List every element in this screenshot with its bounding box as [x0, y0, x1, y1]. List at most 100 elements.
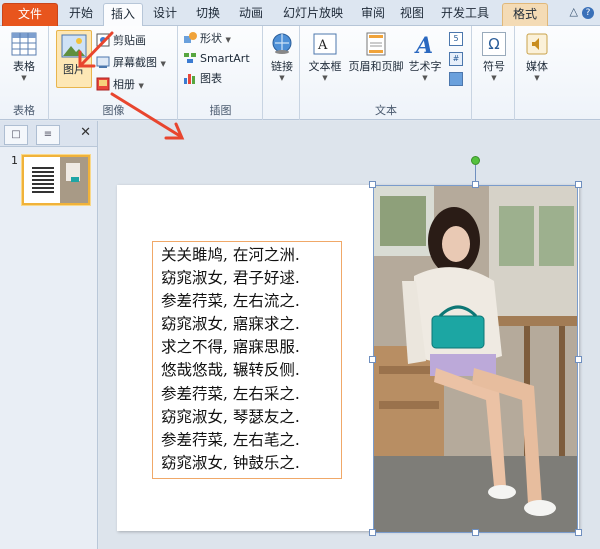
header-footer-button[interactable]: 页眉和页脚: [347, 32, 405, 74]
window-controls: △?: [570, 5, 594, 19]
screenshot-button[interactable]: 屏幕截图 ▼: [96, 54, 166, 72]
album-label: 相册: [113, 78, 135, 91]
resize-handle-tr[interactable]: [575, 181, 582, 188]
group-images: 图片 剪贴画 屏幕截图 ▼ 相册 ▼ 图像: [50, 26, 178, 120]
link-globe-icon: [271, 32, 293, 56]
thumbnail-preview: [32, 157, 88, 203]
slides-view-icon: □: [11, 129, 21, 140]
table-label: 表格: [13, 60, 35, 73]
slides-tab[interactable]: □: [4, 125, 28, 145]
tab-slideshow[interactable]: 幻灯片放映: [275, 3, 351, 26]
slide-thumbnail[interactable]: [22, 155, 90, 205]
chevron-down-icon: ▼: [138, 82, 144, 90]
resize-handle-bottom[interactable]: [472, 529, 479, 536]
album-button[interactable]: 相册 ▼: [96, 76, 144, 94]
wordart-button[interactable]: A 艺术字 ▼: [405, 32, 445, 82]
textbox-button[interactable]: A 文本框 ▼: [303, 32, 347, 82]
outline-tab[interactable]: ≡: [36, 125, 60, 145]
object-icon[interactable]: [449, 72, 463, 86]
tab-design[interactable]: 设计: [146, 3, 184, 26]
textbox-icon: A: [313, 32, 337, 56]
inserted-photo[interactable]: [373, 185, 578, 533]
group-illustrations: 形状 ▼ SmartArt 图表 插图: [179, 26, 263, 120]
link-label: 链接: [271, 60, 293, 73]
slide-number-icon[interactable]: #: [449, 52, 463, 66]
chart-label: 图表: [200, 72, 222, 85]
resize-handle-bl[interactable]: [369, 529, 376, 536]
poem-line: 窈窕淑女, 寤寐求之.: [161, 315, 300, 334]
poem-line: 关关雎鸠, 在河之洲.: [161, 246, 300, 264]
resize-handle-tl[interactable]: [369, 181, 376, 188]
table-button[interactable]: 表格 ▼: [4, 32, 44, 82]
tab-format[interactable]: 格式: [502, 3, 548, 26]
tab-developer[interactable]: 开发工具: [434, 3, 496, 26]
resize-handle-left[interactable]: [369, 356, 376, 363]
picture-button[interactable]: 图片: [56, 30, 92, 88]
group-text: A 文本框 ▼ 页眉和页脚 A 艺术字 ▼ 5 # 文本: [301, 26, 472, 120]
picture-label: 图片: [63, 63, 85, 76]
shapes-button[interactable]: 形状 ▼: [183, 30, 231, 48]
poem-line: 窈窕淑女, 琴瑟友之.: [161, 407, 300, 426]
group-media: 媒体 ▼: [516, 26, 558, 120]
photo-image: [374, 186, 577, 532]
tab-view[interactable]: 视图: [393, 3, 431, 26]
group-links: 链接 ▼: [264, 26, 300, 120]
tab-insert[interactable]: 插入: [103, 3, 143, 27]
poem-line: 求之不得, 寤寐思服.: [161, 338, 300, 357]
symbol-button[interactable]: Ω 符号 ▼: [477, 32, 511, 82]
speaker-icon: [525, 32, 549, 56]
tab-review[interactable]: 审阅: [354, 3, 392, 26]
group-label-text: 文本: [375, 104, 397, 117]
tab-transitions[interactable]: 切换: [188, 3, 228, 26]
tab-animations[interactable]: 动画: [231, 3, 271, 26]
ribbon: 表格 ▼ 表格 图片 剪贴画 屏幕截图 ▼ 相册 ▼ 图像 形状 ▼ Smart…: [0, 26, 600, 120]
poem-line: 参差荇菜, 左右流之.: [161, 292, 300, 311]
link-button[interactable]: 链接 ▼: [266, 32, 298, 82]
tab-file[interactable]: 文件: [2, 3, 58, 26]
slide-number: 1: [11, 154, 18, 167]
slide[interactable]: 关关雎鸠, 在河之洲. 窈窕淑女, 君子好逑. 参差荇菜, 左右流之. 窈窕淑女…: [117, 185, 579, 533]
close-icon[interactable]: ✕: [80, 125, 91, 140]
chevron-down-icon: ▼: [322, 74, 328, 82]
group-symbols: Ω 符号 ▼: [473, 26, 515, 120]
smartart-icon: [183, 51, 197, 65]
media-label: 媒体: [526, 60, 548, 73]
panel-tabs: □ ≡ ✕: [0, 121, 97, 147]
chart-button[interactable]: 图表: [183, 70, 222, 88]
shapes-icon: [183, 31, 197, 45]
ribbon-tab-bar: 文件 开始 插入 设计 切换 动画 幻灯片放映 审阅 视图 开发工具 格式 △?: [0, 0, 600, 27]
chevron-down-icon: ▼: [160, 60, 166, 68]
clipart-button[interactable]: 剪贴画: [96, 32, 146, 50]
minimize-ribbon-icon[interactable]: △: [570, 5, 582, 18]
smartart-button[interactable]: SmartArt: [183, 50, 250, 68]
chevron-down-icon: ▼: [422, 74, 428, 82]
poem-textbox[interactable]: 关关雎鸠, 在河之洲. 窈窕淑女, 君子好逑. 参差荇菜, 左右流之. 窈窕淑女…: [152, 241, 342, 479]
poem-line: 窈窕淑女, 钟鼓乐之.: [161, 453, 300, 472]
media-button[interactable]: 媒体 ▼: [520, 32, 554, 82]
header-footer-icon: [365, 32, 387, 56]
help-icon[interactable]: ?: [582, 7, 594, 19]
textbox-label: 文本框: [308, 60, 342, 73]
svg-text:A: A: [317, 38, 328, 53]
group-label-images: 图像: [102, 104, 125, 117]
screenshot-label: 屏幕截图: [113, 56, 157, 69]
chevron-down-icon: ▼: [21, 74, 27, 82]
picture-icon: [61, 33, 87, 59]
rotation-handle[interactable]: [471, 156, 480, 165]
resize-handle-right[interactable]: [575, 356, 582, 363]
tab-home[interactable]: 开始: [62, 3, 100, 26]
poem-line: 参差荇菜, 左右芼之.: [161, 430, 300, 449]
table-icon: [11, 32, 37, 56]
resize-handle-top[interactable]: [472, 181, 479, 188]
clipart-label: 剪贴画: [113, 34, 146, 47]
chevron-down-icon: ▼: [225, 36, 231, 44]
omega-icon: Ω: [482, 32, 506, 56]
date-time-icon[interactable]: 5: [449, 32, 463, 46]
slide-editor: 关关雎鸠, 在河之洲. 窈窕淑女, 君子好逑. 参差荇菜, 左右流之. 窈窕淑女…: [99, 121, 600, 549]
resize-handle-br[interactable]: [575, 529, 582, 536]
outline-view-icon: ≡: [43, 129, 53, 140]
clipart-icon: [96, 33, 110, 47]
group-tables: 表格 ▼ 表格: [0, 26, 49, 120]
photo-album-icon: [96, 77, 110, 91]
header-footer-label: 页眉和页脚: [348, 60, 404, 73]
